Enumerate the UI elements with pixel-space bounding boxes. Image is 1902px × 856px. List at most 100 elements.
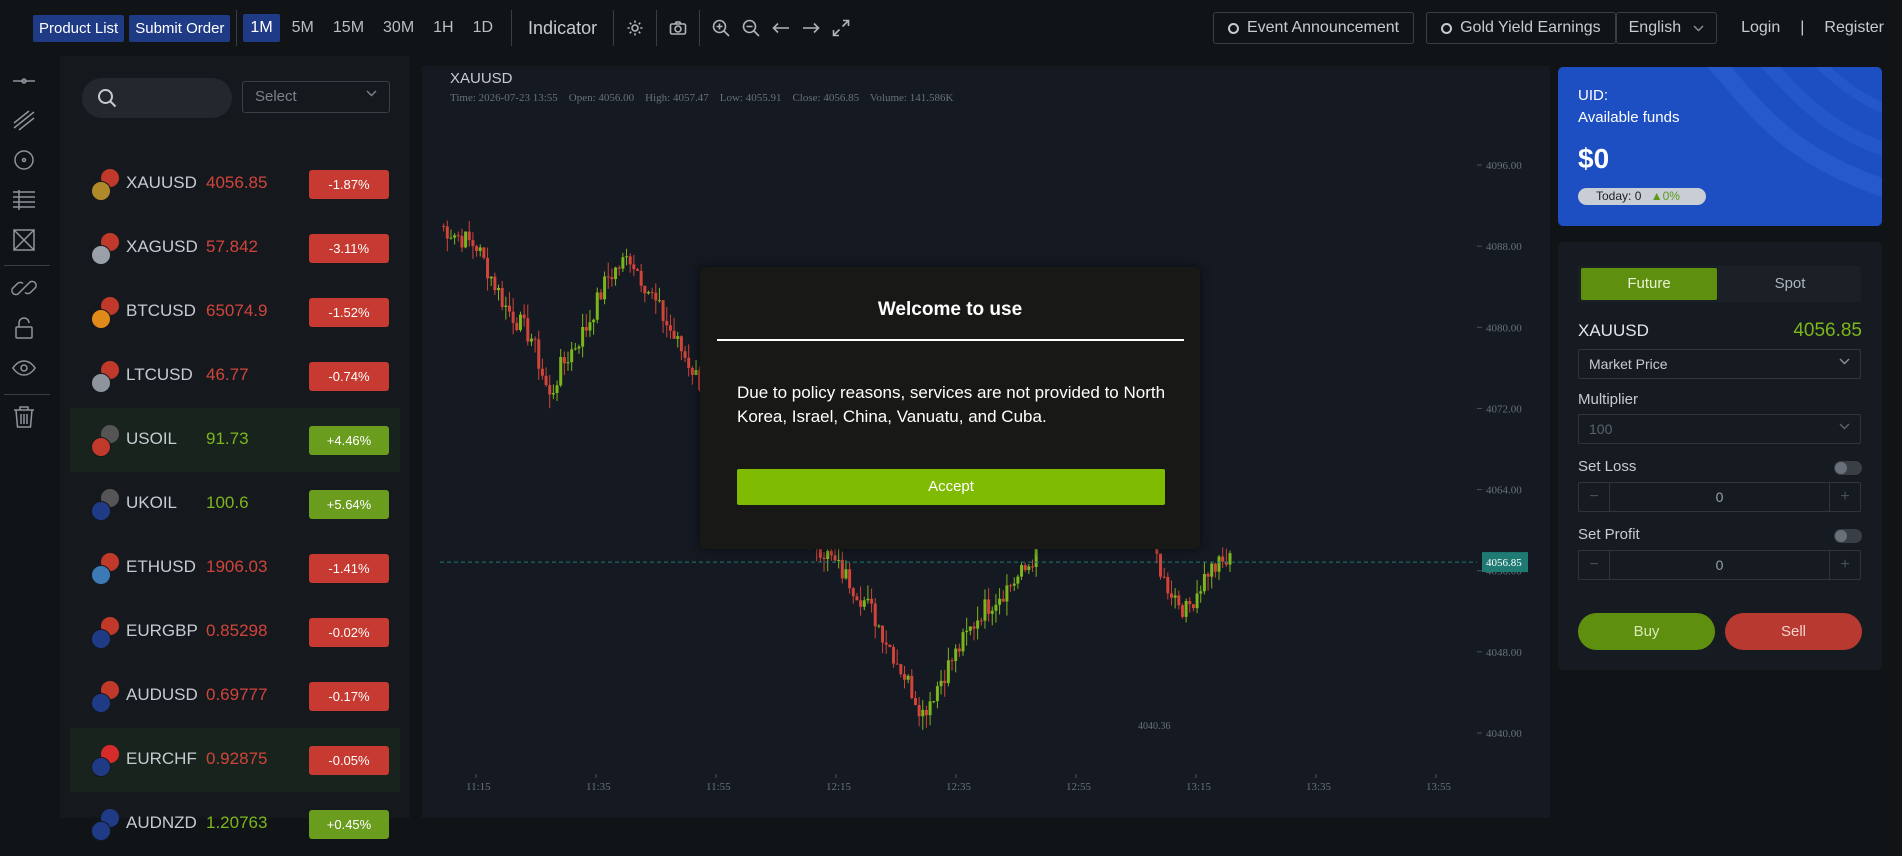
candle-body	[614, 267, 618, 280]
product-row[interactable]: EURCHF 0.92875 -0.05%	[70, 728, 400, 792]
candle-body	[1173, 595, 1177, 598]
candle-body	[676, 336, 680, 339]
multiplier-select[interactable]: 100	[1578, 414, 1861, 444]
horizontal-line-tool-icon[interactable]	[11, 68, 37, 94]
loss-increment-button[interactable]: +	[1829, 483, 1860, 511]
candle-body	[1159, 553, 1163, 577]
product-list-button[interactable]: Product List	[33, 14, 125, 42]
category-select[interactable]: Select	[242, 81, 390, 113]
product-price: 100.6	[206, 493, 249, 512]
product-row[interactable]: XAGUSD 57.842 -3.11%	[70, 216, 400, 280]
search-input[interactable]	[82, 78, 232, 118]
product-row[interactable]: ETHUSD 1906.03 -1.41%	[70, 536, 400, 600]
eye-icon[interactable]	[11, 355, 37, 381]
candle-body	[548, 384, 552, 395]
camera-icon[interactable]	[663, 13, 693, 43]
candle-body	[606, 276, 610, 278]
product-row[interactable]: BTCUSD 65074.9 -1.52%	[70, 280, 400, 344]
register-link[interactable]: Register	[1824, 19, 1884, 37]
event-announcement-button[interactable]: Event Announcement	[1212, 12, 1415, 44]
loss-stepper[interactable]: − 0 +	[1578, 482, 1861, 512]
ohlc-high: High: 4057.47	[645, 92, 709, 104]
candle-body	[654, 292, 658, 301]
candle-body	[577, 346, 581, 349]
zoom-out-icon[interactable]	[736, 13, 766, 43]
arrow-right-icon[interactable]	[796, 13, 826, 43]
set-loss-toggle[interactable]	[1834, 461, 1862, 475]
last-price-label: 4056.85	[1486, 557, 1522, 569]
timeframe-15m[interactable]: 15M	[326, 14, 371, 42]
product-symbol: LTCUSD	[126, 365, 193, 384]
product-row[interactable]: AUDNZD 1.20763 +0.45%	[70, 792, 400, 856]
currency-flag-icon	[91, 617, 121, 649]
shape-tool-icon[interactable]	[11, 227, 37, 253]
product-price: 65074.9	[206, 301, 268, 320]
sell-button[interactable]: Sell	[1725, 613, 1862, 650]
modal-message: Due to policy reasons, services are not …	[737, 383, 1166, 426]
submit-order-button[interactable]: Submit Order	[129, 14, 231, 42]
zoom-in-icon[interactable]	[706, 13, 736, 43]
candle-body	[884, 642, 888, 645]
x-tick-label: 12:35	[946, 781, 972, 793]
currency-flag-icon	[91, 361, 121, 393]
timeframe-1m[interactable]: 1M	[243, 14, 280, 42]
candle-body	[859, 600, 863, 607]
candle-body	[1162, 576, 1166, 578]
timeframe-30m[interactable]: 30M	[376, 14, 421, 42]
tab-future[interactable]: Future	[1581, 268, 1717, 300]
currency-flag-icon	[91, 169, 121, 201]
candle-body	[661, 300, 665, 322]
x-tick-label: 12:55	[1066, 781, 1092, 793]
profit-value[interactable]: 0	[1609, 551, 1830, 579]
candle-body	[555, 385, 559, 394]
product-row[interactable]: AUDUSD 0.69777 -0.17%	[70, 664, 400, 728]
indicator-button[interactable]: Indicator	[518, 18, 607, 39]
fullscreen-expand-icon[interactable]	[826, 13, 856, 43]
loss-value[interactable]: 0	[1609, 483, 1830, 511]
currency-flag-icon	[91, 233, 121, 265]
gold-yield-earnings-button[interactable]: Gold Yield Earnings	[1426, 12, 1616, 44]
profit-increment-button[interactable]: +	[1829, 551, 1860, 579]
timeframe-1d[interactable]: 1D	[466, 14, 500, 42]
product-row[interactable]: EURGBP 0.85298 -0.02%	[70, 600, 400, 664]
circle-tool-icon[interactable]	[11, 147, 37, 173]
profit-decrement-button[interactable]: −	[1579, 551, 1610, 579]
timeframe-5m[interactable]: 5M	[285, 14, 321, 42]
set-profit-toggle[interactable]	[1834, 529, 1862, 543]
magnet-link-icon[interactable]	[11, 275, 37, 301]
candle-body	[442, 226, 446, 228]
buy-button[interactable]: Buy	[1578, 613, 1715, 650]
trade-symbol: XAUUSD	[1578, 321, 1649, 340]
login-link[interactable]: Login	[1741, 19, 1780, 37]
accept-button[interactable]: Accept	[737, 469, 1165, 505]
product-row[interactable]: XAUUSD 4056.85 -1.87%	[70, 152, 400, 216]
product-symbol: ETHUSD	[126, 557, 196, 576]
trend-line-tool-icon[interactable]	[11, 107, 37, 133]
top-toolbar: Product List Submit Order 1M 5M 15M 30M …	[0, 0, 1902, 56]
language-select[interactable]: English	[1615, 12, 1718, 44]
product-row[interactable]: USOIL 91.73 +4.46%	[70, 408, 400, 472]
product-price: 1906.03	[206, 557, 268, 576]
profit-stepper[interactable]: − 0 +	[1578, 550, 1861, 580]
arrow-left-icon[interactable]	[766, 13, 796, 43]
candle-body	[529, 338, 533, 342]
loss-decrement-button[interactable]: −	[1579, 483, 1610, 511]
tab-spot[interactable]: Spot	[1722, 268, 1858, 300]
candle-body	[990, 610, 994, 614]
product-row[interactable]: UKOIL 100.6 +5.64%	[70, 472, 400, 536]
product-price: 46.77	[206, 365, 249, 384]
timeframe-1h[interactable]: 1H	[426, 14, 460, 42]
fibonacci-tool-icon[interactable]	[11, 187, 37, 213]
lock-icon[interactable]	[11, 315, 37, 341]
x-tick-label: 13:15	[1186, 781, 1212, 793]
trash-icon[interactable]	[11, 404, 37, 430]
plus-circle-icon	[1227, 22, 1239, 34]
currency-flag-icon	[91, 425, 121, 457]
candle-body	[921, 709, 925, 717]
trade-type-tabs: Future Spot	[1578, 266, 1861, 302]
settings-gear-icon[interactable]	[620, 13, 650, 43]
order-type-select[interactable]: Market Price	[1578, 349, 1861, 379]
product-row[interactable]: LTCUSD 46.77 -0.74%	[70, 344, 400, 408]
available-funds-label: Available funds	[1578, 109, 1680, 126]
candle-body	[515, 322, 519, 331]
